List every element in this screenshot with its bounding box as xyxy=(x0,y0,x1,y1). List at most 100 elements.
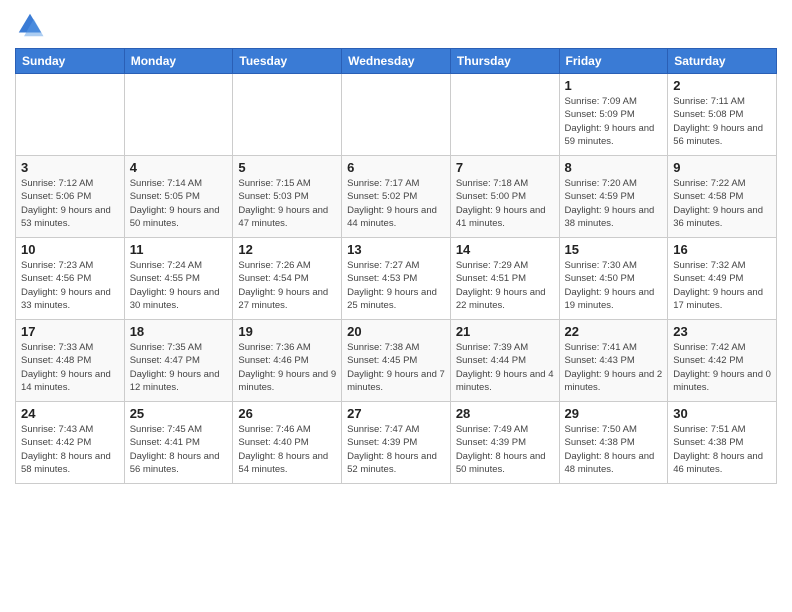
calendar-cell: 12 Sunrise: 7:26 AM Sunset: 4:54 PM Dayli… xyxy=(233,238,342,320)
weekday-header-row: SundayMondayTuesdayWednesdayThursdayFrid… xyxy=(16,49,777,74)
day-info: Sunrise: 7:33 AM Sunset: 4:48 PM Dayligh… xyxy=(21,341,119,394)
weekday-header-friday: Friday xyxy=(559,49,668,74)
calendar-cell xyxy=(16,74,125,156)
day-number: 15 xyxy=(565,242,663,257)
calendar-cell xyxy=(342,74,451,156)
day-number: 21 xyxy=(456,324,554,339)
calendar-cell: 8 Sunrise: 7:20 AM Sunset: 4:59 PM Daylig… xyxy=(559,156,668,238)
day-info: Sunrise: 7:11 AM Sunset: 5:08 PM Dayligh… xyxy=(673,95,771,148)
day-info: Sunrise: 7:39 AM Sunset: 4:44 PM Dayligh… xyxy=(456,341,554,394)
calendar-cell: 10 Sunrise: 7:23 AM Sunset: 4:56 PM Dayli… xyxy=(16,238,125,320)
day-info: Sunrise: 7:12 AM Sunset: 5:06 PM Dayligh… xyxy=(21,177,119,230)
calendar-cell: 5Sunrise: 7:15 AM Sunset: 5:03 PM Daylig… xyxy=(233,156,342,238)
calendar-cell: 6 Sunrise: 7:17 AM Sunset: 5:02 PM Daylig… xyxy=(342,156,451,238)
calendar-cell: 1 Sunrise: 7:09 AM Sunset: 5:09 PM Daylig… xyxy=(559,74,668,156)
day-info: Sunrise: 7:23 AM Sunset: 4:56 PM Dayligh… xyxy=(21,259,119,312)
day-info: Sunrise: 7:50 AM Sunset: 4:38 PM Dayligh… xyxy=(565,423,663,476)
day-number: 9 xyxy=(673,160,771,175)
day-number: 1 xyxy=(565,78,663,93)
weekday-header-wednesday: Wednesday xyxy=(342,49,451,74)
day-info: Sunrise: 7:35 AM Sunset: 4:47 PM Dayligh… xyxy=(130,341,228,394)
calendar-cell: 20 Sunrise: 7:38 AM Sunset: 4:45 PM Dayli… xyxy=(342,320,451,402)
calendar-cell: 11Sunrise: 7:24 AM Sunset: 4:55 PM Dayli… xyxy=(124,238,233,320)
day-number: 19 xyxy=(238,324,336,339)
calendar-cell xyxy=(450,74,559,156)
day-number: 16 xyxy=(673,242,771,257)
day-number: 20 xyxy=(347,324,445,339)
calendar-cell: 3 Sunrise: 7:12 AM Sunset: 5:06 PM Daylig… xyxy=(16,156,125,238)
calendar-week-1: 1 Sunrise: 7:09 AM Sunset: 5:09 PM Daylig… xyxy=(16,74,777,156)
day-info: Sunrise: 7:38 AM Sunset: 4:45 PM Dayligh… xyxy=(347,341,445,394)
day-info: Sunrise: 7:22 AM Sunset: 4:58 PM Dayligh… xyxy=(673,177,771,230)
day-number: 3 xyxy=(21,160,119,175)
day-number: 12 xyxy=(238,242,336,257)
day-number: 28 xyxy=(456,406,554,421)
day-number: 22 xyxy=(565,324,663,339)
day-number: 26 xyxy=(238,406,336,421)
day-info: Sunrise: 7:51 AM Sunset: 4:38 PM Dayligh… xyxy=(673,423,771,476)
day-info: Sunrise: 7:36 AM Sunset: 4:46 PM Dayligh… xyxy=(238,341,336,394)
calendar-cell: 14 Sunrise: 7:29 AM Sunset: 4:51 PM Dayli… xyxy=(450,238,559,320)
day-number: 10 xyxy=(21,242,119,257)
day-number: 4 xyxy=(130,160,228,175)
calendar-week-2: 3 Sunrise: 7:12 AM Sunset: 5:06 PM Daylig… xyxy=(16,156,777,238)
calendar-cell: 13 Sunrise: 7:27 AM Sunset: 4:53 PM Dayli… xyxy=(342,238,451,320)
calendar-cell: 18 Sunrise: 7:35 AM Sunset: 4:47 PM Dayli… xyxy=(124,320,233,402)
day-info: Sunrise: 7:20 AM Sunset: 4:59 PM Dayligh… xyxy=(565,177,663,230)
calendar-table: SundayMondayTuesdayWednesdayThursdayFrid… xyxy=(15,48,777,484)
weekday-header-tuesday: Tuesday xyxy=(233,49,342,74)
day-info: Sunrise: 7:18 AM Sunset: 5:00 PM Dayligh… xyxy=(456,177,554,230)
weekday-header-saturday: Saturday xyxy=(668,49,777,74)
logo xyxy=(15,10,49,40)
weekday-header-thursday: Thursday xyxy=(450,49,559,74)
calendar-week-3: 10 Sunrise: 7:23 AM Sunset: 4:56 PM Dayli… xyxy=(16,238,777,320)
calendar-cell: 4 Sunrise: 7:14 AM Sunset: 5:05 PM Daylig… xyxy=(124,156,233,238)
calendar-cell: 19 Sunrise: 7:36 AM Sunset: 4:46 PM Dayli… xyxy=(233,320,342,402)
day-number: 18 xyxy=(130,324,228,339)
day-number: 24 xyxy=(21,406,119,421)
calendar-cell: 26Sunrise: 7:46 AM Sunset: 4:40 PM Dayli… xyxy=(233,402,342,484)
day-info: Sunrise: 7:29 AM Sunset: 4:51 PM Dayligh… xyxy=(456,259,554,312)
day-number: 11 xyxy=(130,242,228,257)
day-info: Sunrise: 7:32 AM Sunset: 4:49 PM Dayligh… xyxy=(673,259,771,312)
day-number: 13 xyxy=(347,242,445,257)
calendar-cell: 27Sunrise: 7:47 AM Sunset: 4:39 PM Dayli… xyxy=(342,402,451,484)
weekday-header-monday: Monday xyxy=(124,49,233,74)
calendar-cell: 30 Sunrise: 7:51 AM Sunset: 4:38 PM Dayli… xyxy=(668,402,777,484)
day-info: Sunrise: 7:45 AM Sunset: 4:41 PM Dayligh… xyxy=(130,423,228,476)
day-number: 7 xyxy=(456,160,554,175)
day-number: 5 xyxy=(238,160,336,175)
day-info: Sunrise: 7:17 AM Sunset: 5:02 PM Dayligh… xyxy=(347,177,445,230)
day-info: Sunrise: 7:42 AM Sunset: 4:42 PM Dayligh… xyxy=(673,341,771,394)
day-number: 14 xyxy=(456,242,554,257)
calendar-cell: 2 Sunrise: 7:11 AM Sunset: 5:08 PM Daylig… xyxy=(668,74,777,156)
header xyxy=(15,10,777,40)
day-number: 29 xyxy=(565,406,663,421)
day-info: Sunrise: 7:14 AM Sunset: 5:05 PM Dayligh… xyxy=(130,177,228,230)
calendar-cell: 23 Sunrise: 7:42 AM Sunset: 4:42 PM Dayli… xyxy=(668,320,777,402)
calendar-cell: 21 Sunrise: 7:39 AM Sunset: 4:44 PM Dayli… xyxy=(450,320,559,402)
day-number: 30 xyxy=(673,406,771,421)
day-number: 17 xyxy=(21,324,119,339)
day-number: 6 xyxy=(347,160,445,175)
calendar-cell xyxy=(124,74,233,156)
weekday-header-sunday: Sunday xyxy=(16,49,125,74)
day-info: Sunrise: 7:30 AM Sunset: 4:50 PM Dayligh… xyxy=(565,259,663,312)
day-number: 8 xyxy=(565,160,663,175)
calendar-cell: 16 Sunrise: 7:32 AM Sunset: 4:49 PM Dayli… xyxy=(668,238,777,320)
calendar-cell: 29 Sunrise: 7:50 AM Sunset: 4:38 PM Dayli… xyxy=(559,402,668,484)
calendar-cell: 17 Sunrise: 7:33 AM Sunset: 4:48 PM Dayli… xyxy=(16,320,125,402)
calendar-cell: 7 Sunrise: 7:18 AM Sunset: 5:00 PM Daylig… xyxy=(450,156,559,238)
calendar-week-5: 24 Sunrise: 7:43 AM Sunset: 4:42 PM Dayli… xyxy=(16,402,777,484)
day-info: Sunrise: 7:27 AM Sunset: 4:53 PM Dayligh… xyxy=(347,259,445,312)
day-info: Sunrise: 7:09 AM Sunset: 5:09 PM Dayligh… xyxy=(565,95,663,148)
day-number: 2 xyxy=(673,78,771,93)
day-number: 23 xyxy=(673,324,771,339)
calendar-cell: 15 Sunrise: 7:30 AM Sunset: 4:50 PM Dayli… xyxy=(559,238,668,320)
day-number: 25 xyxy=(130,406,228,421)
calendar-cell xyxy=(233,74,342,156)
day-info: Sunrise: 7:43 AM Sunset: 4:42 PM Dayligh… xyxy=(21,423,119,476)
day-info: Sunrise: 7:47 AM Sunset: 4:39 PM Dayligh… xyxy=(347,423,445,476)
calendar-week-4: 17 Sunrise: 7:33 AM Sunset: 4:48 PM Dayli… xyxy=(16,320,777,402)
day-info: Sunrise: 7:26 AM Sunset: 4:54 PM Dayligh… xyxy=(238,259,336,312)
